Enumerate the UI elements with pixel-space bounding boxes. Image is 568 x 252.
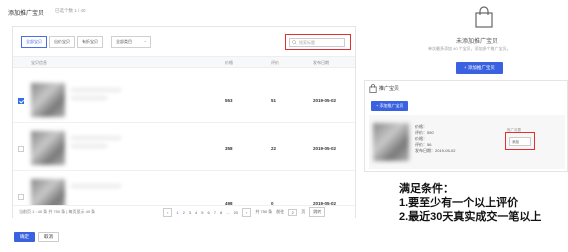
page-number[interactable]: 1 [176,210,178,215]
page-number[interactable]: 5 [201,210,203,215]
conditions-annotation: 满足条件： 1.要至少有一个以上评价 2.最近30天真实成交一笔以上 [399,182,541,224]
search-input[interactable]: 搜索标题 [289,38,345,47]
page-number[interactable]: 20 [234,210,238,215]
col-reviews[interactable]: 评价 [271,60,279,66]
prev-page-button[interactable]: ‹ [163,207,173,217]
goto-suffix: 页 [301,209,306,214]
product-subtitle-blurred [71,97,107,99]
empty-state-title: 未添加推广宝贝 [456,39,499,45]
card-title: 推广宝贝 [379,86,400,92]
page-number[interactable]: 2 [183,210,185,215]
row-reviews: 51 [271,98,277,103]
table-row[interactable]: 553 51 2019-05-02 [13,79,355,123]
product-thumbnail [31,83,65,117]
row-reviews: 22 [271,146,277,151]
product-thumbnail [373,123,409,161]
annotation-line: 2.最近30天真实成交一笔以上 [399,211,542,223]
add-promoted-item-button[interactable]: + 添加推广宝贝 [371,101,409,111]
product-thumbnail [31,179,65,205]
page-number[interactable]: 7 [214,210,216,215]
product-title-blurred [71,185,121,187]
input-highlight-box: 添加 [505,132,535,150]
col-price[interactable]: 价格 [225,60,233,66]
total-count: 共 750 条 [255,209,273,214]
next-page-button[interactable]: › [242,207,252,217]
goto-label: 前往 [276,209,285,214]
pagination: ‹ 1 2 3 4 5 6 7 8 ... 20 › 共 750 条 前往 2 … [163,207,326,217]
search-icon [292,40,297,45]
shopping-bag-icon [369,84,377,93]
row-checkbox[interactable] [18,194,24,200]
page-title: 添加推广宝贝 [8,11,45,17]
item-detail-line: 发布日期：2019-05-02 [415,148,456,153]
annotation-line: 1.要至少有一个以上评价 [399,197,519,209]
add-promoted-item-button[interactable]: + 添加推广宝贝 [456,62,503,74]
shopping-bag-icon [475,6,493,28]
product-selector-panel: 全部宝贝 出价宝贝 有折宝贝 全部类目 ⌄ 搜索标题 宝贝信息 价格 评价 发布… [12,26,356,218]
category-select[interactable]: 全部类目 ⌄ [111,36,151,48]
table-row[interactable]: 498 0 2019-05-02 [13,175,355,206]
promoted-item: 价格： 评价：550 价格： 评价：56 发布日期：2019-05-02 推广设… [369,115,565,169]
footer-summary: 当前页 1 : 40 条 共 750 条 | 每页显示 40 条 [19,209,96,214]
filter-bid-button[interactable]: 出价宝贝 [49,36,75,48]
table-footer: 当前页 1 : 40 条 共 750 条 | 每页显示 40 条 ‹ 1 2 3… [13,206,355,218]
jump-button[interactable]: 跳转 [309,207,326,217]
table-header: 宝贝信息 价格 评价 发布日期 [13,56,355,68]
page-ellipsis: ... [226,209,230,215]
search-placeholder: 搜索标题 [299,40,315,45]
product-title-blurred [71,137,121,139]
selected-count: 已选个数 1 / 40 [55,8,86,13]
filter-discount-button[interactable]: 有折宝贝 [77,36,103,48]
search-highlight-box: 搜索标题 [285,34,351,50]
page-number[interactable]: 4 [195,210,197,215]
row-date: 2019-05-02 [313,98,337,103]
promotion-input[interactable]: 添加 [509,137,531,146]
category-select-label: 全部类目 [116,39,132,44]
filter-bar: 全部宝贝 出价宝贝 有折宝贝 全部类目 ⌄ [21,36,151,48]
filter-all-button[interactable]: 全部宝贝 [21,36,47,48]
chevron-down-icon: ⌄ [143,38,147,43]
annotation-heading: 满足条件： [399,183,454,195]
cancel-button[interactable]: 取消 [38,232,59,242]
product-subtitle-blurred [71,145,107,147]
row-price: 358 [225,146,233,151]
empty-state-subtitle: 单次最多添加 40 个宝贝，添加多个推广宝贝。 [428,46,511,51]
col-title: 宝贝信息 [31,60,47,65]
row-checkbox[interactable] [18,98,24,104]
page-number[interactable]: 8 [220,210,222,215]
promoted-items-card: 推广宝贝 + 添加推广宝贝 价格： 评价：550 价格： 评价：56 发布日期：… [364,80,568,172]
confirm-button[interactable]: 确定 [14,232,35,242]
row-date: 2019-05-02 [313,146,337,151]
product-title-blurred [71,89,121,91]
product-thumbnail [31,131,65,165]
table-row[interactable]: 358 22 2019-05-02 [13,127,355,171]
goto-page-input[interactable]: 2 [288,208,298,216]
col-date[interactable]: 发布日期 [313,60,329,66]
row-checkbox[interactable] [18,146,24,152]
row-price: 553 [225,98,233,103]
page-number[interactable]: 6 [208,210,210,215]
page-number[interactable]: 3 [189,210,191,215]
